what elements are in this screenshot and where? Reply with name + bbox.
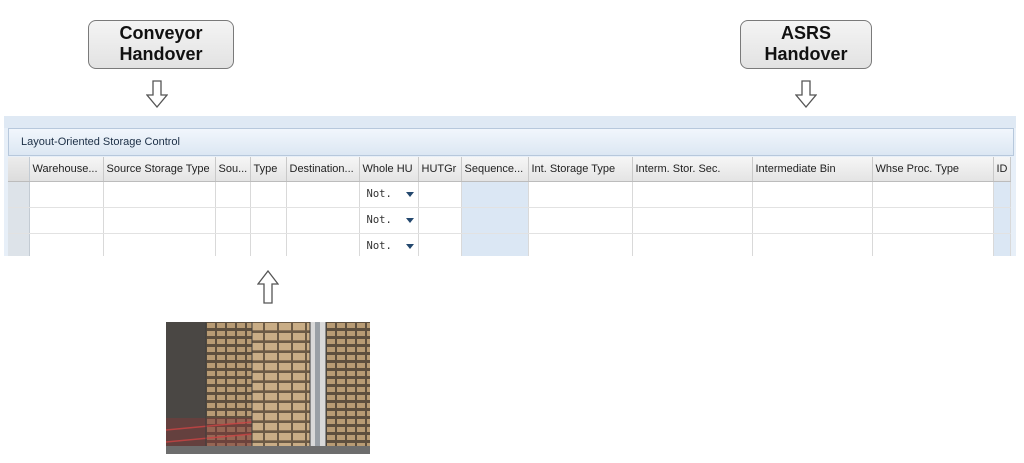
interm-stor-sec-cell[interactable] bbox=[632, 233, 753, 256]
row-selector[interactable] bbox=[8, 207, 30, 234]
column-header[interactable]: Type bbox=[250, 157, 287, 182]
source-storage-type-cell[interactable] bbox=[103, 181, 216, 208]
dropdown-caret-icon[interactable] bbox=[405, 192, 414, 197]
column-header[interactable]: Destination... bbox=[286, 157, 360, 182]
interm-stor-sec-cell[interactable] bbox=[632, 181, 753, 208]
id-point-cell[interactable] bbox=[993, 181, 1011, 208]
type-cell[interactable] bbox=[250, 207, 287, 234]
whole-hu-dropdown[interactable]: Not. bbox=[359, 233, 419, 256]
whse-proc-type-cell[interactable] bbox=[872, 207, 994, 234]
table-row: Not. bbox=[8, 233, 1011, 256]
source-section-cell[interactable] bbox=[215, 181, 251, 208]
intermediate-bin-cell[interactable] bbox=[752, 181, 873, 208]
column-header[interactable]: Sou... bbox=[215, 157, 251, 182]
whole-hu-value: Not. bbox=[366, 240, 392, 252]
whse-proc-type-cell[interactable] bbox=[872, 181, 994, 208]
int-storage-type-cell[interactable] bbox=[528, 233, 633, 256]
hutgr-cell[interactable] bbox=[418, 207, 462, 234]
row-selector[interactable] bbox=[8, 233, 30, 256]
storage-control-table: Warehouse... Source Storage Type Sou... … bbox=[8, 157, 1011, 256]
id-point-cell[interactable] bbox=[993, 207, 1011, 234]
callout-line-2: Handover bbox=[119, 44, 203, 64]
intermediate-bin-cell[interactable] bbox=[752, 233, 873, 256]
intermediate-bin-cell[interactable] bbox=[752, 207, 873, 234]
column-header[interactable]: Int. Storage Type bbox=[528, 157, 633, 182]
int-storage-type-cell[interactable] bbox=[528, 207, 633, 234]
source-storage-type-cell[interactable] bbox=[103, 233, 216, 256]
source-section-cell[interactable] bbox=[215, 233, 251, 256]
sequence-cell[interactable] bbox=[461, 181, 529, 208]
destination-cell[interactable] bbox=[286, 233, 360, 256]
panel-title: Layout-Oriented Storage Control bbox=[8, 128, 1014, 156]
id-point-cell[interactable] bbox=[993, 233, 1011, 256]
storage-control-grid: Warehouse... Source Storage Type Sou... … bbox=[8, 157, 1016, 256]
column-header[interactable]: HUTGr bbox=[418, 157, 462, 182]
source-storage-type-cell[interactable] bbox=[103, 207, 216, 234]
warehouse-cell[interactable] bbox=[29, 233, 104, 256]
table-header-row: Warehouse... Source Storage Type Sou... … bbox=[8, 157, 1011, 182]
table-row: Not. bbox=[8, 181, 1011, 208]
whole-hu-value: Not. bbox=[366, 214, 392, 226]
sequence-cell[interactable] bbox=[461, 233, 529, 256]
int-storage-type-cell[interactable] bbox=[528, 181, 633, 208]
source-section-cell[interactable] bbox=[215, 207, 251, 234]
callout-line-1: Conveyor bbox=[119, 23, 203, 43]
table-row: Not. bbox=[8, 207, 1011, 234]
layout-oriented-storage-control-panel: Layout-Oriented Storage Control Warehous… bbox=[4, 116, 1016, 256]
column-header[interactable]: Intermediate Bin bbox=[752, 157, 873, 182]
sequence-cell[interactable] bbox=[461, 207, 529, 234]
type-cell[interactable] bbox=[250, 181, 287, 208]
row-selector[interactable] bbox=[8, 181, 30, 208]
whole-hu-dropdown[interactable]: Not. bbox=[359, 207, 419, 234]
dropdown-caret-icon[interactable] bbox=[405, 218, 414, 223]
column-header[interactable]: Whse Proc. Type bbox=[872, 157, 994, 182]
whole-hu-value: Not. bbox=[366, 188, 392, 200]
type-cell[interactable] bbox=[250, 233, 287, 256]
warehouse-cell[interactable] bbox=[29, 181, 104, 208]
hutgr-cell[interactable] bbox=[418, 233, 462, 256]
callout-line-2: Handover bbox=[764, 44, 848, 64]
row-selector-header[interactable] bbox=[8, 157, 30, 182]
panel-top-strip bbox=[4, 116, 1016, 128]
warehouse-cell[interactable] bbox=[29, 207, 104, 234]
up-arrow-icon bbox=[257, 270, 279, 304]
column-header[interactable]: Source Storage Type bbox=[103, 157, 216, 182]
column-header[interactable]: Interm. Stor. Sec. bbox=[632, 157, 753, 182]
down-arrow-icon bbox=[795, 80, 817, 108]
destination-cell[interactable] bbox=[286, 207, 360, 234]
column-header[interactable]: Sequence... bbox=[461, 157, 529, 182]
destination-cell[interactable] bbox=[286, 181, 360, 208]
conveyor-handover-callout: Conveyor Handover bbox=[88, 20, 234, 69]
column-header[interactable]: ID P bbox=[993, 157, 1011, 182]
callout-line-1: ASRS bbox=[780, 23, 831, 43]
whse-proc-type-cell[interactable] bbox=[872, 233, 994, 256]
down-arrow-icon bbox=[146, 80, 168, 108]
hutgr-cell[interactable] bbox=[418, 181, 462, 208]
asrs-handover-callout: ASRS Handover bbox=[740, 20, 872, 69]
column-header[interactable]: Whole HU bbox=[359, 157, 419, 182]
asrs-warehouse-photo bbox=[166, 322, 370, 454]
whole-hu-dropdown[interactable]: Not. bbox=[359, 181, 419, 208]
interm-stor-sec-cell[interactable] bbox=[632, 207, 753, 234]
column-header[interactable]: Warehouse... bbox=[29, 157, 104, 182]
dropdown-caret-icon[interactable] bbox=[405, 244, 414, 249]
